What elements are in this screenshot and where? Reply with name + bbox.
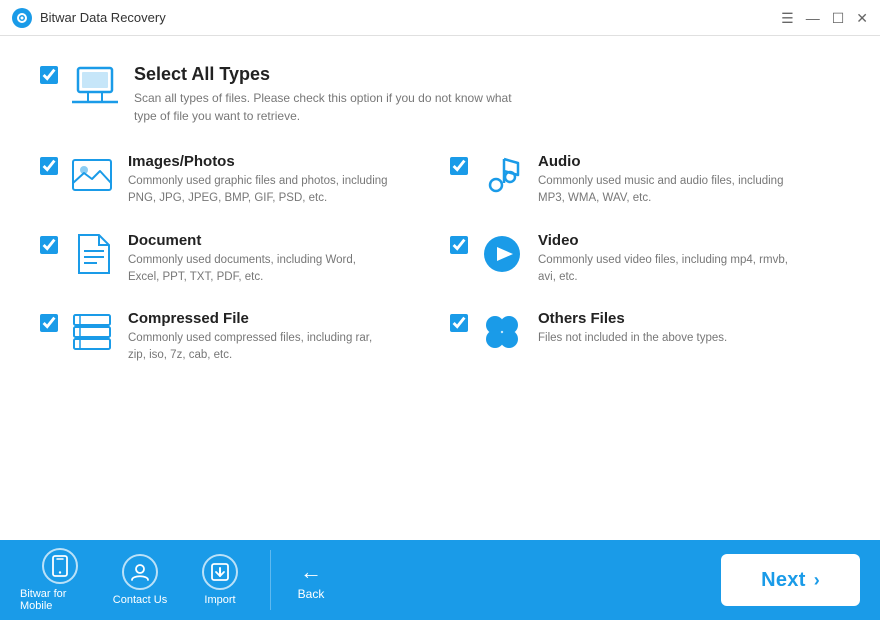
compressed-checkbox-wrap[interactable] (40, 314, 58, 337)
document-text: Document Commonly used documents, includ… (128, 232, 430, 287)
document-title: Document (128, 232, 430, 249)
others-checkbox-wrap[interactable] (450, 314, 468, 337)
maximize-button[interactable]: ☐ (832, 11, 845, 25)
select-all-desc: Scan all types of files. Please check th… (134, 89, 534, 125)
audio-title: Audio (538, 153, 840, 170)
compressed-checkbox[interactable] (40, 314, 58, 332)
mobile-label: Bitwar for Mobile (20, 588, 100, 612)
mobile-icon (42, 548, 78, 584)
audio-desc: Commonly used music and audio files, inc… (538, 173, 798, 208)
type-compressed: Compressed File Commonly used compressed… (40, 310, 430, 365)
audio-checkbox-wrap[interactable] (450, 157, 468, 180)
document-checkbox-wrap[interactable] (40, 236, 58, 259)
contact-icon (122, 554, 158, 590)
type-video: Video Commonly used video files, includi… (450, 232, 840, 287)
document-desc: Commonly used documents, including Word,… (128, 252, 388, 287)
compressed-text: Compressed File Commonly used compressed… (128, 310, 430, 365)
bottom-bar: Bitwar for Mobile Contact Us Import (0, 540, 880, 620)
import-label: Import (204, 594, 235, 606)
type-audio: Audio Commonly used music and audio file… (450, 153, 840, 208)
menu-button[interactable]: ☰ (781, 11, 794, 25)
type-images: Images/Photos Commonly used graphic file… (40, 153, 430, 208)
others-checkbox[interactable] (450, 314, 468, 332)
video-icon (480, 232, 524, 276)
document-checkbox[interactable] (40, 236, 58, 254)
mobile-action[interactable]: Bitwar for Mobile (20, 548, 100, 612)
others-desc: Files not included in the above types. (538, 330, 798, 347)
select-all-row: Select All Types Scan all types of files… (40, 64, 840, 125)
next-button[interactable]: Next › (721, 554, 860, 606)
import-action[interactable]: Import (180, 554, 260, 606)
document-icon (70, 232, 114, 276)
select-all-text: Select All Types Scan all types of files… (134, 64, 840, 125)
images-checkbox-wrap[interactable] (40, 157, 58, 180)
others-icon (480, 310, 524, 354)
titlebar: Bitwar Data Recovery ☰ — ☐ ✕ (0, 0, 880, 36)
select-all-title: Select All Types (134, 64, 840, 85)
video-text: Video Commonly used video files, includi… (538, 232, 840, 287)
bottom-actions: Bitwar for Mobile Contact Us Import (20, 548, 260, 612)
compressed-icon (70, 310, 114, 354)
audio-icon (480, 153, 524, 197)
back-label: Back (298, 587, 325, 601)
audio-checkbox[interactable] (450, 157, 468, 175)
others-text: Others Files Files not included in the a… (538, 310, 840, 347)
close-button[interactable]: ✕ (856, 11, 868, 25)
video-desc: Commonly used video files, including mp4… (538, 252, 798, 287)
images-desc: Commonly used graphic files and photos, … (128, 173, 388, 208)
video-title: Video (538, 232, 840, 249)
file-types-grid: Images/Photos Commonly used graphic file… (40, 153, 840, 365)
minimize-button[interactable]: — (806, 11, 820, 25)
compressed-desc: Commonly used compressed files, includin… (128, 330, 388, 365)
images-text: Images/Photos Commonly used graphic file… (128, 153, 430, 208)
type-document: Document Commonly used documents, includ… (40, 232, 430, 287)
main-content: Select All Types Scan all types of files… (0, 36, 880, 540)
images-checkbox[interactable] (40, 157, 58, 175)
back-button[interactable]: ← Back (281, 559, 341, 601)
app-logo (12, 8, 32, 28)
next-chevron-icon: › (814, 570, 820, 591)
compressed-title: Compressed File (128, 310, 430, 327)
next-label: Next (761, 569, 806, 592)
type-others: Others Files Files not included in the a… (450, 310, 840, 365)
app-title: Bitwar Data Recovery (40, 10, 781, 25)
audio-text: Audio Commonly used music and audio file… (538, 153, 840, 208)
video-checkbox[interactable] (450, 236, 468, 254)
video-checkbox-wrap[interactable] (450, 236, 468, 259)
window-controls: ☰ — ☐ ✕ (781, 11, 868, 25)
select-all-icon-wrap (70, 64, 120, 106)
bottom-divider (270, 550, 271, 610)
images-icon (70, 153, 114, 197)
contact-label: Contact Us (113, 594, 167, 606)
select-all-checkbox-wrap[interactable] (40, 66, 58, 89)
contact-action[interactable]: Contact Us (100, 554, 180, 606)
select-all-checkbox[interactable] (40, 66, 58, 84)
others-title: Others Files (538, 310, 840, 327)
back-arrow-icon: ← (300, 559, 322, 585)
import-icon (202, 554, 238, 590)
images-title: Images/Photos (128, 153, 430, 170)
